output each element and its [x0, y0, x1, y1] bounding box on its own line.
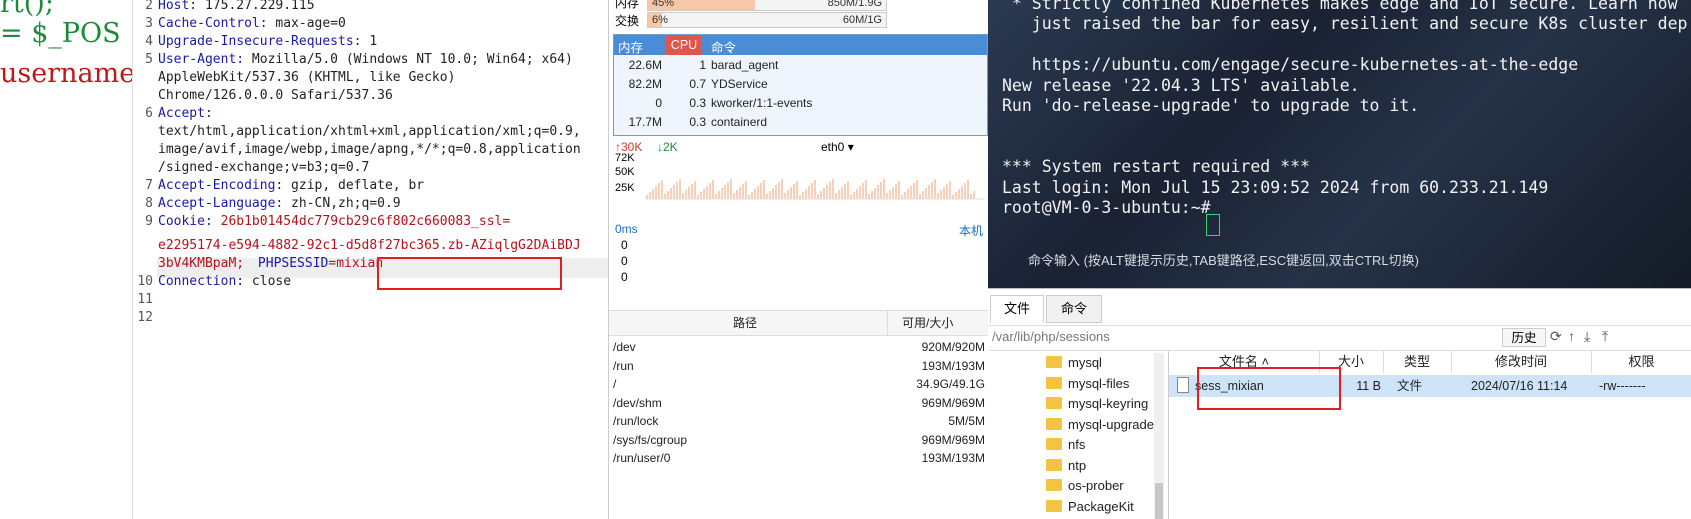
- cookie-value: 3bV4KMBpaM;: [158, 256, 245, 271]
- file-mtime: 2024/07/16 11:14: [1471, 379, 1568, 393]
- folder-node[interactable]: nfs: [1046, 435, 1085, 455]
- upload-icon[interactable]: ⤒: [1602, 328, 1608, 345]
- request-line: e2295174-e594-4882-92c1-d5d8f27bc365.zb-…: [133, 236, 608, 255]
- refresh-icon[interactable]: ⟳: [1550, 328, 1562, 345]
- cookie-phpsessid-value: =mixian: [328, 256, 384, 271]
- process-row[interactable]: 82.2M 0.7 YDService: [614, 74, 987, 94]
- file-highlight-box: [1197, 367, 1341, 410]
- process-row[interactable]: 17.7M 0.3 containerd: [614, 112, 987, 132]
- request-line: 9 Cookie: 26b1b01454dc779cb29c6f802c66008…: [145, 214, 511, 229]
- request-line: 3 Cache-Control: max-age=0: [145, 16, 346, 31]
- folder-node[interactable]: mysql-upgrade: [1046, 415, 1154, 435]
- disk-row[interactable]: /run/lock 5M/5M: [609, 411, 988, 431]
- disk-row[interactable]: /run 193M/193M: [609, 356, 988, 376]
- disk-row[interactable]: /sys/fs/cgroup 969M/969M: [609, 430, 988, 450]
- terminal-hint: 命令输入 (按ALT键提示历史,TAB键路径,ESC键返回,双击CTRL切换): [1028, 253, 1419, 268]
- terminal-line: just raised the bar for easy, resilient …: [1002, 14, 1688, 34]
- tab-files[interactable]: 文件: [990, 295, 1044, 323]
- folder-node[interactable]: ntp: [1046, 456, 1086, 476]
- network-graph: ↑30K ↓2K eth0 ▾ 72K 50K 25K: [609, 140, 988, 220]
- process-table[interactable]: 内存 CPU 命令 22.6M 1 barad_agent 82.2M 0.7 YDSer…: [613, 34, 988, 136]
- terminal[interactable]: * Strictly confined Kubernetes makes edg…: [988, 0, 1691, 288]
- folder-icon: [1046, 479, 1062, 491]
- request-line: 12: [137, 310, 153, 325]
- server-monitor-panel: 内存 45% 850M/1.9G 交换 6% 60M/1G 内存 CPU 命令 …: [608, 0, 988, 519]
- folder-icon: [1046, 356, 1062, 368]
- folder-node[interactable]: mysql-keyring: [1046, 394, 1148, 414]
- folder-node[interactable]: mysql-files: [1046, 374, 1129, 394]
- tab-command[interactable]: 命令: [1046, 295, 1102, 323]
- code-line: = $_POS: [0, 18, 121, 49]
- cookie-value: e2295174-e594-4882-92c1-d5d8f27bc365.zb-…: [158, 238, 581, 253]
- request-line: 6 Accept:: [145, 106, 213, 121]
- request-line: /signed-exchange;v=b3;q=0.7: [158, 160, 370, 175]
- column-type[interactable]: 类型: [1383, 351, 1452, 373]
- swap-label: 交换: [615, 14, 640, 28]
- code-line: username: [0, 58, 132, 89]
- code-line: rt();: [0, 0, 54, 19]
- folder-icon: [1046, 417, 1062, 430]
- download-icon[interactable]: ⤓: [1584, 328, 1590, 345]
- folder-icon: [1046, 438, 1062, 450]
- process-table-header: 内存 CPU 命令: [614, 35, 987, 55]
- memory-label: 内存: [615, 0, 640, 10]
- request-line: 11: [137, 292, 153, 307]
- disk-table[interactable]: 路径 可用/大小 /dev 920M/920M/run 193M/193M/34.9…: [609, 310, 988, 519]
- terminal-background: [988, 0, 1691, 288]
- request-line: image/avif,image/webp,image/apng,*/*;q=0…: [158, 142, 581, 157]
- cookie-key-phpsessid: PHPSESSID: [257, 256, 329, 271]
- request-line: Chrome/126.0.0.0 Safari/537.36: [158, 88, 393, 103]
- memory-bar: 45% 850M/1.9G: [647, 0, 887, 11]
- disk-row[interactable]: /34.9G/49.1G: [609, 374, 988, 394]
- disk-row[interactable]: /dev 920M/920M: [609, 337, 988, 357]
- folder-icon: [1046, 458, 1062, 471]
- cpu-sort-header[interactable]: CPU: [666, 35, 702, 55]
- swap-bar: 6% 60M/1G: [647, 12, 887, 28]
- tree-scrollbar[interactable]: [1154, 353, 1164, 519]
- folder-node[interactable]: os-prober: [1046, 476, 1124, 496]
- process-row[interactable]: 0 0.3 kworker/1:1-events: [614, 93, 987, 113]
- latency-host-link[interactable]: 本机: [959, 222, 983, 239]
- terminal-line: Run 'do-release-upgrade' to upgrade to i…: [1002, 96, 1420, 115]
- code-editor-pane: rt(); = $_POS username: [0, 0, 132, 519]
- request-line: 7 Accept-Encoding: gzip, deflate, br: [145, 178, 425, 193]
- history-button[interactable]: 历史: [1502, 328, 1546, 347]
- folder-node[interactable]: mysql: [1046, 353, 1102, 373]
- terminal-line: https://ubuntu.com/engage/secure-kuberne…: [1002, 55, 1579, 75]
- terminal-line: root@VM-0-3-ubuntu:~#: [1002, 198, 1221, 217]
- latency-graph: 0ms 本机 0 0 0: [615, 222, 983, 284]
- disk-table-header: 路径 可用/大小: [609, 311, 988, 336]
- path-bar[interactable]: /var/lib/php/sessions 历史 ⟳ ↑ ⤓ ⤒: [988, 325, 1691, 351]
- request-line: 4 Upgrade-Insecure-Requests: 1: [145, 34, 378, 49]
- column-mtime[interactable]: 修改时间: [1451, 351, 1592, 373]
- folder-icon: [1046, 397, 1062, 409]
- path-text: /var/lib/php/sessions: [992, 329, 1110, 344]
- request-line: 5 User-Agent: Mozilla/5.0 (Windows NT 10.…: [145, 52, 573, 67]
- file-perm: -rw-------: [1599, 379, 1646, 393]
- terminal-cursor: [1206, 214, 1220, 236]
- folder-node[interactable]: PackageKit: [1046, 497, 1134, 517]
- request-line: AppleWebKit/537.36 (KHTML, like Gecko): [158, 70, 456, 85]
- phpsessid-highlight-box: [377, 257, 562, 290]
- disk-row[interactable]: /dev/shm 969M/969M: [609, 393, 988, 413]
- folder-tree[interactable]: mysql mysql-files mysql-keyring mysql-upgra…: [988, 351, 1166, 519]
- file-type: 文件: [1397, 379, 1423, 393]
- network-sparkline: [645, 179, 985, 200]
- request-line: 2 Host: 175.27.229.115: [145, 0, 315, 13]
- up-directory-icon[interactable]: ↑: [1568, 328, 1575, 344]
- request-line: text/html,application/xhtml+xml,applicat…: [158, 124, 581, 139]
- request-line: 8 Accept-Language: zh-CN,zh;q=0.9: [145, 196, 401, 211]
- file-icon: [1177, 375, 1189, 397]
- disk-row[interactable]: /run/user/0 193M/193M: [609, 448, 988, 468]
- terminal-line: *** System restart required ***: [1002, 157, 1310, 177]
- folder-icon: [1046, 499, 1062, 512]
- http-request-viewer[interactable]: 2 Host: 175.27.229.115 3 Cache-Control: max…: [132, 0, 608, 519]
- terminal-line: Last login: Mon Jul 15 23:09:52 2024 fro…: [1002, 177, 1549, 197]
- column-perm[interactable]: 权限: [1591, 351, 1691, 373]
- terminal-line: New release '22.04.3 LTS' available.: [1002, 75, 1360, 95]
- folder-icon: [1046, 376, 1062, 389]
- process-row[interactable]: 22.6M 1 barad_agent: [614, 55, 987, 75]
- terminal-line: * Strictly confined Kubernetes makes edg…: [1002, 0, 1678, 13]
